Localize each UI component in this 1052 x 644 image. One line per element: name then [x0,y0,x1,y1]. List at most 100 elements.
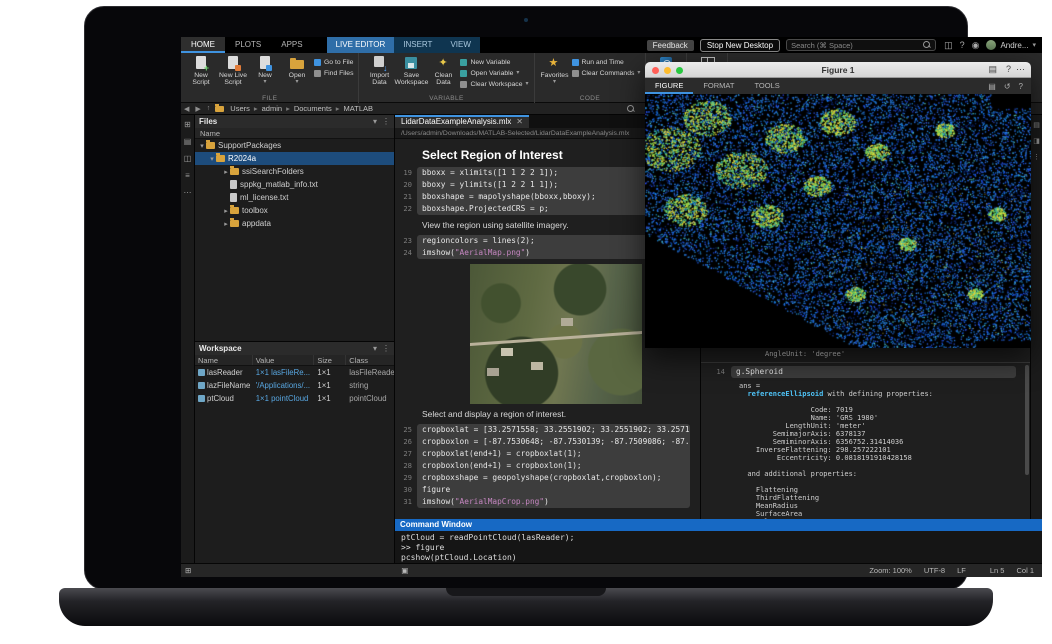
breadcrumb-item-users[interactable]: Users [228,104,252,113]
open-variable-button[interactable]: Open Variable ▾ [460,69,528,78]
tree-item-appdata[interactable]: appdata [195,217,394,230]
panel-menu-icon[interactable]: ⋮ [382,117,390,126]
code-block-3[interactable]: 25cropboxlat = [33.2571558; 33.2551902; … [395,424,700,508]
go-to-file-button[interactable]: Go to File [314,58,353,67]
save-figure-icon[interactable]: ▤ [988,64,997,75]
split-rail-icon[interactable]: ◨ [1033,137,1040,145]
expand-arrow-icon[interactable] [208,155,216,163]
tree-item-supportpackages[interactable]: SupportPackages [195,139,394,152]
workspace-column-headers[interactable]: Name Value Size Class [195,355,394,366]
expand-arrow-icon[interactable] [222,220,230,228]
figure-title-bar[interactable]: Figure 1 ▤ ? ⋯ [645,62,1031,78]
more-rail-icon[interactable]: ⋮ [1033,153,1040,161]
code-line[interactable]: cropboxshape = geopolyshape(cropboxlat,c… [417,472,690,484]
notifications-icon[interactable]: ◉ [972,40,980,51]
figure-tab-format[interactable]: FORMAT [693,78,744,94]
find-files-button[interactable]: Find Files [314,69,353,78]
panel-layout-icon[interactable]: ⊞ [185,566,191,575]
avatar[interactable] [986,40,996,50]
expand-arrow-icon[interactable] [222,207,230,215]
outline-rail-icon[interactable]: ≡ [185,171,190,180]
properties-rail-icon[interactable]: ▤ [1033,121,1040,129]
help-icon[interactable]: ? [1006,64,1011,74]
workspace-row-lasreader[interactable]: lasReader 1×1 lasFileRe... 1×1 lasFileRe… [195,366,394,379]
files-name-column-header[interactable]: Name [195,128,394,139]
pin-icon[interactable]: ▾ [373,344,377,353]
breadcrumb-item-admin[interactable]: admin [252,104,284,113]
tab-apps[interactable]: APPS [271,37,312,53]
workspace-row-ptcloud[interactable]: ptCloud 1×1 pointCloud 1×1 pointCloud [195,392,394,405]
minimized-panel-icon[interactable]: ▣ [401,566,408,575]
figure-tab-tools[interactable]: TOOLS [744,78,789,94]
breadcrumb-item-documents[interactable]: Documents [284,104,334,113]
scrollbar[interactable] [1025,365,1029,475]
tab-insert[interactable]: INSERT [394,37,441,53]
tree-item-ssisearchfolders[interactable]: ssiSearchFolders [195,165,394,178]
status-encoding[interactable]: UTF-8 [924,566,945,575]
code-line[interactable]: figure [417,484,690,496]
column-size[interactable]: Size [314,355,346,365]
status-zoom[interactable]: Zoom: 100% [869,566,912,575]
clear-workspace-button[interactable]: Clear Workspace ▾ [460,80,528,89]
document-tab[interactable]: LidarDataExampleAnalysis.mlx ✕ [395,115,529,128]
column-class[interactable]: Class [346,355,394,365]
back-icon[interactable]: ◀ [184,105,189,113]
clean-data-button[interactable]: Clean Data [428,56,458,86]
tab-view[interactable]: VIEW [441,37,479,53]
stop-new-desktop-button[interactable]: Stop New Desktop [700,39,780,52]
column-value[interactable]: Value [253,355,315,365]
code-line[interactable]: cropboxlat(end+1) = cropboxlat(1); [417,448,690,460]
open-button[interactable]: Open ▾ [282,56,312,85]
pin-icon[interactable]: ▾ [373,117,377,126]
code-line[interactable]: cropboxlat = [33.2571558; 33.2551902; 33… [417,424,690,436]
class-name-link[interactable]: referenceEllipsoid [747,390,823,398]
user-name[interactable]: Andre... [1000,41,1028,50]
more-options-icon[interactable]: ⋯ [1016,64,1025,75]
save-workspace-button[interactable]: Save Workspace [396,56,426,86]
favorites-button[interactable]: Favorites ▾ [540,56,570,85]
code-line[interactable]: cropboxlon(end+1) = cropboxlon(1); [417,460,690,472]
new-button[interactable]: New ▾ [250,56,280,85]
community-icon[interactable]: ◫ [944,40,953,51]
column-name[interactable]: Name [195,355,253,365]
code-line[interactable]: cropboxlon = [-87.7530648; -87.7530139; … [417,436,690,448]
run-and-time-button[interactable]: Run and Time [572,58,641,67]
status-line[interactable]: Ln 5 [990,566,1005,575]
point-cloud-canvas[interactable] [645,94,1031,348]
workspace-rail-icon[interactable]: ◫ [184,154,192,163]
workspace-row-lazfilename[interactable]: lazFileName '/Applications/... 1×1 strin… [195,379,394,392]
files-rail-icon[interactable]: ▤ [184,137,192,146]
forward-icon[interactable]: ▶ [195,105,200,113]
panel-menu-icon[interactable]: ⋮ [382,344,390,353]
breadcrumb-item-matlab[interactable]: MATLAB [334,104,375,113]
new-variable-button[interactable]: New Variable [460,58,528,67]
import-data-button[interactable]: Import Data [364,56,394,86]
panel-toggle-icon[interactable]: ⊞ [184,120,191,129]
new-script-button[interactable]: New Script [186,56,216,86]
expand-arrow-icon[interactable] [198,142,206,150]
tab-plots[interactable]: PLOTS [225,37,271,53]
tab-live-editor[interactable]: LIVE EDITOR [327,37,395,53]
code-line[interactable]: g.Spheroid [731,366,1016,378]
help-icon[interactable]: ? [1019,82,1023,91]
code-line[interactable]: imshow("AerialMapCrop.png") [417,496,690,508]
up-folder-icon[interactable]: ↑ [207,105,211,112]
command-window-header[interactable]: Command Window [395,519,1042,531]
more-rail-icon[interactable]: ⋯ [184,188,192,197]
status-column[interactable]: Col 1 [1016,566,1034,575]
export-icon[interactable]: ▤ [988,82,996,91]
tree-item-ml-license[interactable]: ml_license.txt [195,191,394,204]
tree-item-r2024a[interactable]: R2024a [195,152,394,165]
help-icon[interactable]: ? [960,40,965,50]
search-input[interactable]: Search (⌘ Space) [786,39,936,51]
tree-item-toolbox[interactable]: toolbox [195,204,394,217]
clear-commands-button[interactable]: Clear Commands ▾ [572,69,641,78]
new-live-script-button[interactable]: New Live Script [218,56,248,86]
tree-item-sppkg-info[interactable]: sppkg_matlab_info.txt [195,178,394,191]
breadcrumb-search-icon[interactable] [627,105,635,113]
figure-tab-figure[interactable]: FIGURE [645,78,693,94]
tab-home[interactable]: HOME [181,37,225,53]
undo-icon[interactable]: ↺ [1004,82,1011,91]
expand-arrow-icon[interactable] [222,168,230,176]
status-eol[interactable]: LF [957,566,966,575]
